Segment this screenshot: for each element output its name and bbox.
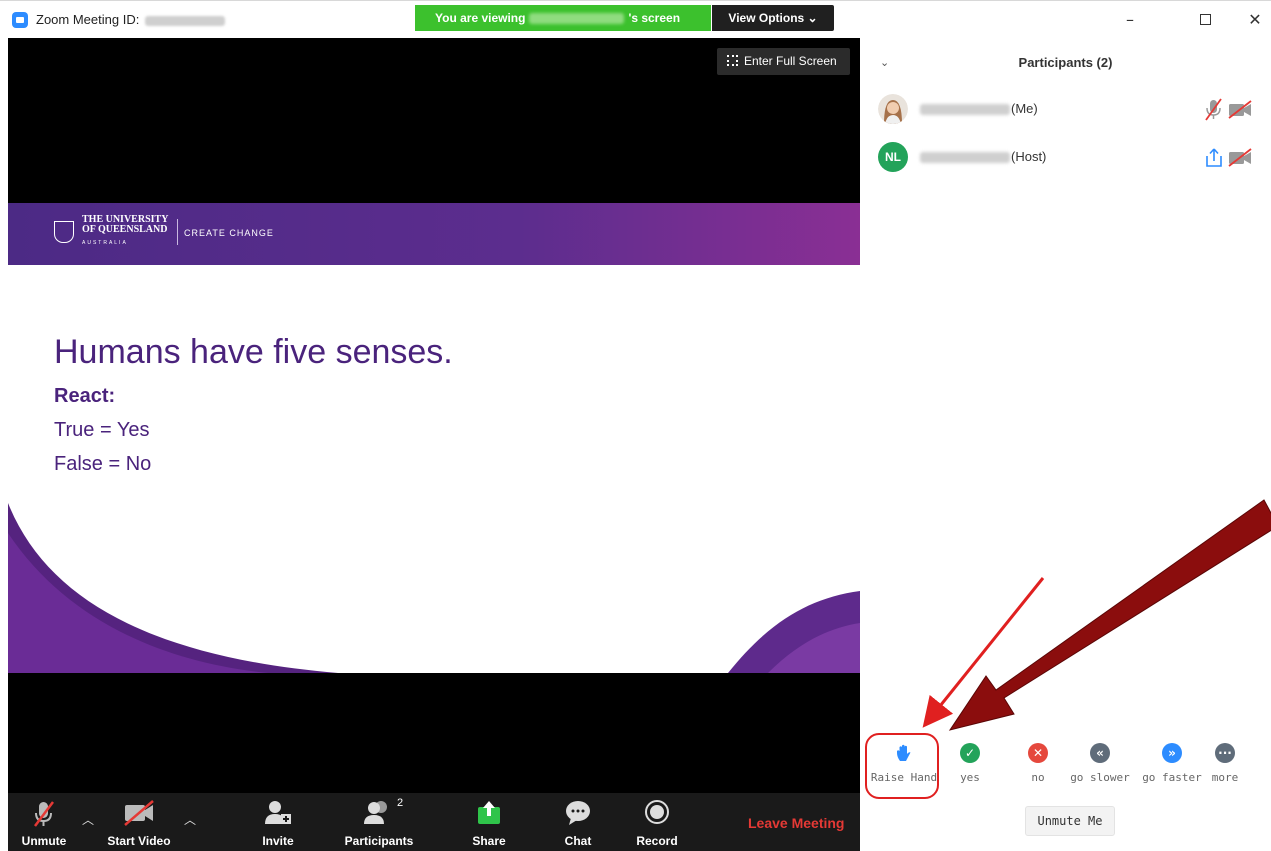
participants-count-badge: 2 xyxy=(397,797,404,809)
unmute-label: Unmute xyxy=(21,834,67,848)
fullscreen-label: Enter Full Screen xyxy=(744,54,837,68)
minimize-icon[interactable]: – xyxy=(1120,10,1140,29)
participant-row[interactable]: NL (Host) xyxy=(860,138,1271,178)
chat-bubble-icon xyxy=(566,801,590,825)
university-tagline: CREATE CHANGE xyxy=(184,228,274,238)
start-video-label: Start Video xyxy=(107,834,171,848)
presentation-slide: THE UNIVERSITY OF QUEENSLAND AUSTRALIA CR… xyxy=(8,203,860,673)
more-button[interactable]: ··· more xyxy=(1195,743,1255,784)
slide-react-label: React: xyxy=(54,385,116,407)
slide-false-option: False = No xyxy=(54,453,152,475)
video-off-icon xyxy=(1228,100,1252,119)
shared-screen-view: Enter Full Screen THE UNIVERSITY OF QUEEN… xyxy=(8,38,860,793)
maximize-icon[interactable] xyxy=(1195,10,1215,29)
share-screen-icon xyxy=(478,801,500,824)
participants-panel: ⌄ Participants (2) (Me) NL (Host) Raise … xyxy=(860,38,1271,851)
record-button[interactable]: Record xyxy=(630,793,684,851)
video-options-caret-icon[interactable]: ︿ xyxy=(184,811,196,828)
zoom-logo-icon xyxy=(12,12,28,28)
invite-button[interactable]: Invite xyxy=(248,793,308,851)
slide-header-band: THE UNIVERSITY OF QUEENSLAND AUSTRALIA CR… xyxy=(8,203,860,265)
ellipsis-icon: ··· xyxy=(1215,743,1235,763)
window-title-bar: Zoom Meeting ID: You are viewing 's scree… xyxy=(0,0,1271,38)
participant-name-redacted xyxy=(920,104,1010,115)
go-slower-label: go slower xyxy=(1070,771,1130,784)
go-slower-button[interactable]: « go slower xyxy=(1060,743,1140,784)
video-off-icon xyxy=(1228,148,1252,167)
share-label: Share xyxy=(472,834,506,848)
participant-row[interactable]: (Me) xyxy=(860,90,1271,130)
university-country: AUSTRALIA xyxy=(82,240,128,246)
record-label: Record xyxy=(636,834,678,848)
chat-button[interactable]: Chat xyxy=(554,793,602,851)
x-icon: ✕ xyxy=(1028,743,1048,763)
double-right-icon: » xyxy=(1162,743,1182,763)
muted-microphone-icon xyxy=(1205,98,1222,121)
presenter-name-redacted xyxy=(529,13,625,25)
participant-avatar-photo xyxy=(878,94,908,124)
unmute-me-button[interactable]: Unmute Me xyxy=(1025,806,1115,836)
highlight-circle-annotation xyxy=(865,733,939,799)
enter-full-screen-button[interactable]: Enter Full Screen xyxy=(717,48,850,75)
participants-panel-title: Participants (2) xyxy=(1018,55,1113,70)
participant-role: (Me) xyxy=(1011,101,1038,116)
participants-icon xyxy=(364,801,387,824)
more-label: more xyxy=(1211,771,1239,784)
view-options-button[interactable]: View Options ⌄ xyxy=(712,5,834,31)
window-title: Zoom Meeting ID: xyxy=(36,12,226,27)
start-video-button[interactable]: Start Video xyxy=(106,793,172,851)
audio-options-caret-icon[interactable]: ︿ xyxy=(82,811,94,828)
slide-title: Humans have five senses. xyxy=(54,333,453,371)
double-left-icon: « xyxy=(1090,743,1110,763)
invite-label: Invite xyxy=(262,834,294,848)
record-icon xyxy=(645,800,669,824)
window-title-text: Zoom Meeting ID: xyxy=(36,12,140,27)
meeting-toolbar: Unmute ︿ Start Video ︿ Invite 2 Particip… xyxy=(8,793,860,851)
viewing-suffix: 's screen xyxy=(628,11,681,25)
nonverbal-feedback-bar: Raise Hand ✓ yes ✕ no « go slower » go f… xyxy=(860,733,1271,799)
unmute-button[interactable]: Unmute xyxy=(8,793,80,851)
fullscreen-icon xyxy=(727,55,738,66)
viewing-screen-banner: You are viewing 's screen xyxy=(415,5,711,31)
leave-meeting-button[interactable]: Leave Meeting xyxy=(748,815,844,831)
participants-label: Participants xyxy=(344,834,414,848)
participant-status-icons xyxy=(1205,98,1252,121)
viewing-prefix: You are viewing xyxy=(435,11,526,25)
university-name-line2: OF QUEENSLAND xyxy=(82,224,168,235)
chat-label: Chat xyxy=(564,834,592,848)
participant-initials-avatar: NL xyxy=(878,142,908,172)
check-icon: ✓ xyxy=(960,743,980,763)
participant-status-icons xyxy=(1206,148,1252,167)
share-button[interactable]: Share xyxy=(460,793,518,851)
header-divider xyxy=(177,219,178,245)
video-off-icon xyxy=(124,800,154,826)
participants-button[interactable]: 2 Participants xyxy=(336,793,422,851)
participant-role: (Host) xyxy=(1011,149,1047,164)
university-crest-icon xyxy=(54,221,74,243)
muted-microphone-icon xyxy=(34,801,54,827)
close-icon[interactable]: ✕ xyxy=(1245,10,1265,29)
meeting-id-redacted xyxy=(145,15,226,26)
university-name: THE UNIVERSITY OF QUEENSLAND xyxy=(82,215,168,235)
invite-icon xyxy=(265,801,291,824)
participant-name-redacted xyxy=(920,152,1010,163)
screen-share-icon xyxy=(1206,148,1222,167)
slide-true-option: True = Yes xyxy=(54,419,150,441)
